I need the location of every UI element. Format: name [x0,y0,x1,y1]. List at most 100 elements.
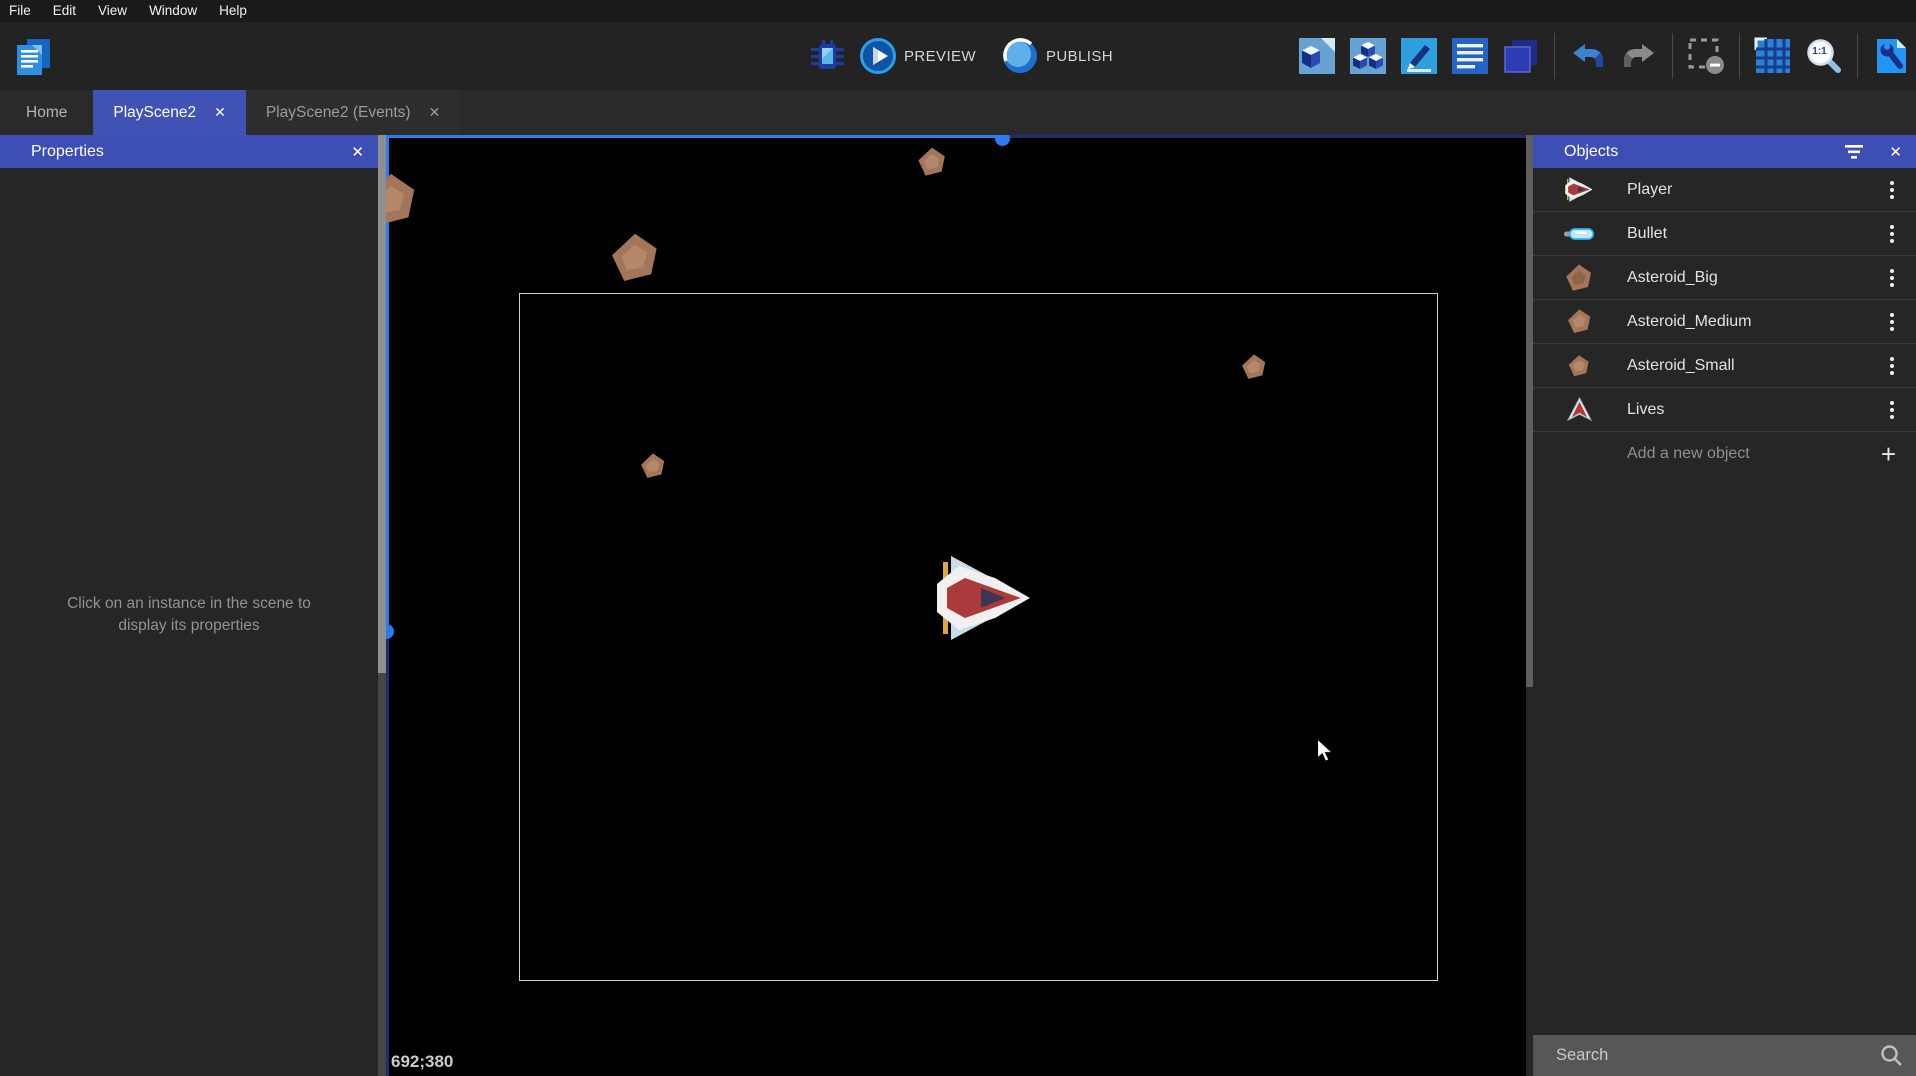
objects-header: Objects ✕ [1533,135,1916,168]
scrollbar-thumb[interactable] [378,135,386,673]
tab-close-icon[interactable]: ✕ [429,104,441,121]
tab-bar: Home PlayScene2 ✕ PlayScene2 (Events) ✕ [0,90,1916,135]
object-menu-icon[interactable] [1884,265,1900,291]
clear-selection-button[interactable] [1685,35,1727,77]
selection-edge-left-continued [386,633,389,1076]
canvas-scrollbar[interactable] [1526,135,1533,1076]
tab-close-icon[interactable]: ✕ [214,104,226,121]
search-icon [1880,1044,1903,1067]
player-ship-icon [1561,176,1597,203]
properties-panel: Properties ✕ Click on an instance in the… [0,135,378,1076]
tab-playscene2[interactable]: PlayScene2 ✕ [93,90,245,135]
objects-editor-button[interactable] [1347,35,1389,77]
search-input[interactable] [1533,1046,1880,1065]
object-row-asteroid-big[interactable]: Asteroid_Big [1533,256,1916,300]
properties-scrollbar[interactable] [378,135,386,1076]
menu-edit[interactable]: Edit [42,0,87,22]
toggle-grid-button[interactable] [1752,35,1794,77]
undo-button[interactable] [1567,35,1609,77]
objects-filter-button[interactable] [1844,135,1864,168]
objects-close-icon[interactable]: ✕ [1889,135,1902,168]
instances-list-button[interactable] [1449,35,1491,77]
toolbar-divider [1672,33,1673,79]
menu-window[interactable]: Window [138,0,208,22]
grid-icon [1753,36,1793,76]
filter-icon [1844,145,1864,159]
object-name: Lives [1627,401,1884,419]
debugger-bug-icon [807,36,847,76]
preview-button[interactable]: PREVIEW [858,36,976,76]
object-row-lives[interactable]: Lives [1533,388,1916,432]
redo-button[interactable] [1618,35,1660,77]
cursor-coordinates: 692;380 [391,1052,453,1072]
wrench-document-icon [1872,37,1910,75]
gdevelop-window: File Edit View Window Help [0,0,1916,1076]
asteroid-instance[interactable] [608,231,662,285]
zoom-original-button[interactable]: 1:1 [1803,35,1845,77]
tab-label: PlayScene2 (Events) [266,104,411,122]
zoom-ratio-label: 1:1 [1810,46,1829,57]
redo-icon [1623,43,1655,69]
add-object-label: Add a new object [1627,445,1881,463]
toolbar-right-group: 1:1 [1296,22,1912,90]
toolbar-center-group: PREVIEW PUBLISH [806,22,1113,90]
toolbar-divider [1739,33,1740,79]
properties-close-icon[interactable]: ✕ [351,135,364,168]
object-menu-icon[interactable] [1884,309,1900,335]
object-menu-icon[interactable] [1884,397,1900,423]
properties-title: Properties [31,143,104,161]
toolbar-divider [1857,33,1858,79]
asteroid-instance[interactable] [386,171,420,229]
object-row-asteroid-small[interactable]: Asteroid_Small [1533,344,1916,388]
bullet-icon [1561,227,1597,241]
objects-panel: Objects ✕ Player [1533,135,1916,1076]
properties-hint: Click on an instance in the scene to dis… [20,593,358,638]
selection-edge-top-continued [1002,135,1533,138]
asteroid-instance[interactable] [916,146,948,178]
tab-playscene2-events[interactable]: PlayScene2 (Events) ✕ [246,90,460,135]
mouse-cursor-icon [1317,739,1335,763]
menu-help[interactable]: Help [208,0,258,22]
add-object-button[interactable]: Add a new object + [1533,432,1916,476]
selection-handle-left[interactable] [386,624,394,639]
toolbar: PREVIEW PUBLISH [0,22,1916,90]
object-menu-icon[interactable] [1884,353,1900,379]
tab-home[interactable]: Home [0,90,93,135]
object-row-asteroid-medium[interactable]: Asteroid_Medium [1533,300,1916,344]
scrollbar-thumb[interactable] [1526,135,1533,687]
preview-label: PREVIEW [904,48,976,65]
object-row-player[interactable]: Player [1533,168,1916,212]
object-row-bullet[interactable]: Bullet [1533,212,1916,256]
open-scene-button[interactable] [1296,35,1338,77]
asteroid-small-icon [1561,354,1597,378]
scene-canvas[interactable]: 692;380 [386,135,1533,1076]
asteroid-medium-icon [1561,308,1597,335]
object-name: Bullet [1627,225,1884,243]
publish-button[interactable]: PUBLISH [1000,36,1113,76]
asteroid-instance[interactable] [639,452,667,480]
menu-view[interactable]: View [87,0,138,22]
asteroid-big-icon [1561,263,1597,293]
publish-label: PUBLISH [1046,48,1113,65]
debugger-button[interactable] [806,35,848,77]
object-name: Player [1627,181,1884,199]
scene-settings-button[interactable] [1870,35,1912,77]
object-menu-icon[interactable] [1884,221,1900,247]
object-name: Asteroid_Small [1627,357,1884,375]
selection-edge-top [386,135,1002,138]
tab-label: Home [26,104,67,122]
player-ship-instance[interactable] [935,552,1033,644]
publish-globe-icon [1000,36,1040,76]
object-menu-icon[interactable] [1884,177,1900,203]
project-manager-button[interactable] [12,36,54,78]
object-name: Asteroid_Medium [1627,313,1884,331]
layers-button[interactable] [1500,35,1542,77]
lives-ship-icon [1561,397,1597,422]
selection-handle-top[interactable] [995,135,1010,146]
project-manager-icon [12,37,54,77]
menu-file[interactable]: File [0,0,42,22]
edit-scene-properties-button[interactable] [1398,35,1440,77]
pencil-edit-icon [1399,36,1439,76]
add-icon[interactable]: + [1881,444,1900,464]
asteroid-instance[interactable] [1240,353,1268,381]
